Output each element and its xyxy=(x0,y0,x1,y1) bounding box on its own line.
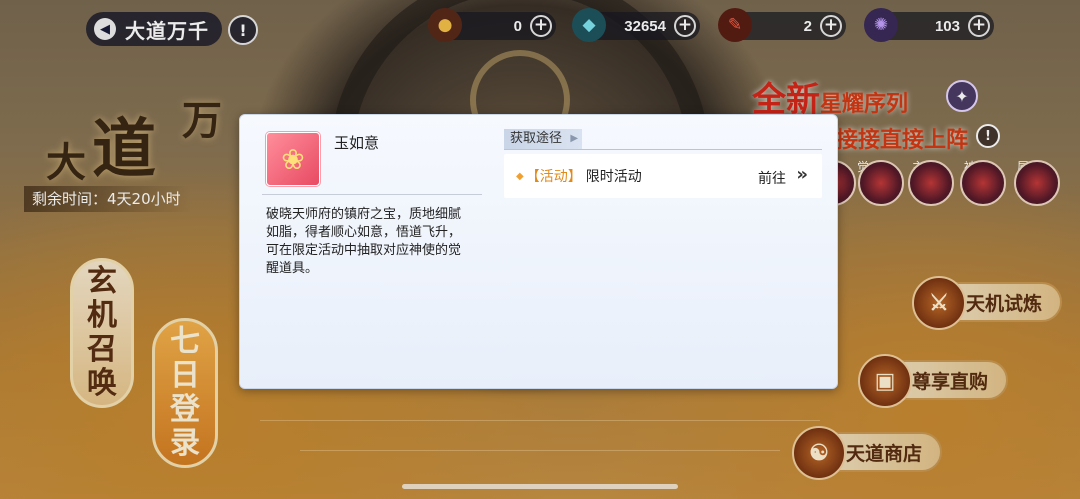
triangle-right-icon: ▶ xyxy=(570,133,579,144)
ruyi-item-icon: ❀ xyxy=(266,132,320,186)
divider xyxy=(504,149,822,150)
double-chevron-right-icon[interactable]: » xyxy=(796,164,808,185)
item-detail-modal: ❀ 玉如意 破晓天师府的镇府之宝，质地细腻 如脂，得者顺心如意，悟道飞升， 可在… xyxy=(239,114,838,389)
source-type: 【活动】 xyxy=(525,169,582,185)
item-name: 玉如意 xyxy=(334,134,380,152)
diamond-bullet-icon: ◆ xyxy=(516,170,524,182)
source-label: 限时活动 xyxy=(585,169,642,185)
goto-button[interactable]: 前往 xyxy=(758,168,786,188)
source-row-limited-event[interactable]: ◆ 【活动】 限时活动 前往 » xyxy=(504,154,822,198)
source-header: 获取途径 ▶ xyxy=(504,129,583,149)
item-description: 破晓天师府的镇府之宝，质地细腻 如脂，得者顺心如意，悟道飞升， 可在限定活动中抽… xyxy=(266,207,462,276)
divider xyxy=(262,194,482,195)
